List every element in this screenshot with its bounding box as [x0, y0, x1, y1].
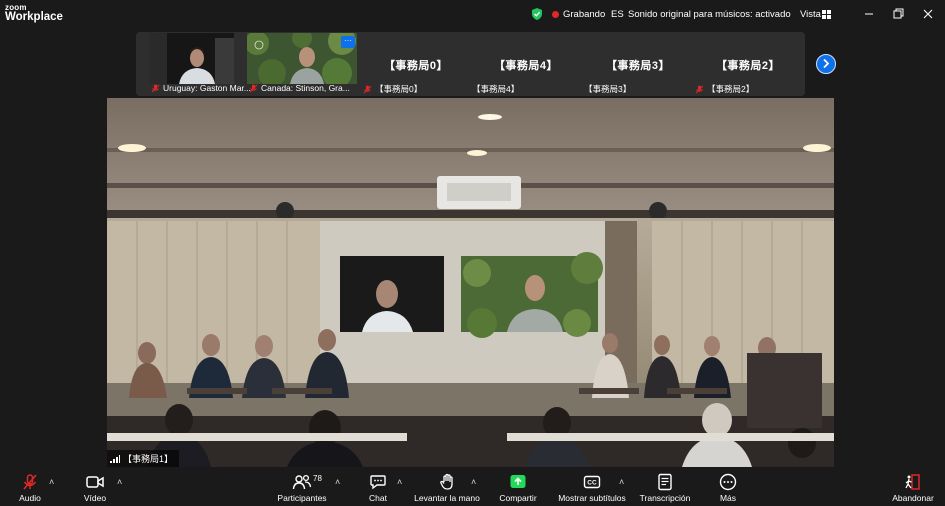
raise-hand-icon: [440, 473, 453, 490]
mic-muted-icon: [151, 84, 160, 92]
chat-options-chevron-icon[interactable]: ˄: [397, 477, 402, 487]
video-options-chevron-icon[interactable]: ˄: [117, 477, 122, 487]
participants-count: 78: [313, 474, 322, 483]
raise-hand-button[interactable]: Levantar la mano: [412, 468, 482, 506]
participant-display-name: 【事務局0】: [383, 60, 449, 72]
participant-label: Uruguay: Gaston Mar...: [151, 83, 251, 93]
transcript-label: Transcripción: [639, 493, 691, 503]
captions-button[interactable]: CC Mostrar subtítulos: [556, 468, 628, 506]
video-label: Vídeo: [83, 493, 107, 503]
audio-label: Audio: [19, 493, 41, 503]
participant-display-name: 【事務局2】: [715, 60, 781, 72]
participant-label: 【事務局4】: [472, 83, 519, 95]
chat-label: Chat: [369, 493, 387, 503]
title-bar: zoom Workplace Grabando ES Sonido origin…: [0, 0, 945, 28]
meeting-toolbar: Audio ˄ Vídeo ˄ Participantes 78 ˄ Chat …: [0, 468, 945, 506]
mic-muted-icon: [695, 85, 704, 93]
logo-line2: Workplace: [5, 11, 63, 23]
restore-icon[interactable]: [889, 6, 907, 22]
participant-tile[interactable]: 【事務局3】 【事務局3】: [583, 33, 693, 95]
share-label: Compartir: [499, 493, 537, 503]
view-grid-icon[interactable]: [822, 10, 831, 19]
conference-room-scene: [107, 98, 834, 467]
view-button[interactable]: Vista: [800, 9, 821, 20]
share-button[interactable]: Compartir: [497, 468, 539, 506]
transcript-icon: [658, 473, 672, 491]
participants-label: Participantes: [277, 493, 327, 503]
participant-name: 【事務局2】: [707, 84, 755, 94]
recording-status[interactable]: Grabando: [563, 9, 605, 20]
participant-gallery-strip: Uruguay: Gaston Mar... ··· Canada: Stins…: [136, 32, 805, 96]
participant-tile[interactable]: 【事務局2】 【事務局2】: [693, 33, 803, 95]
participant-name: 【事務局0】: [375, 84, 423, 94]
participant-tile[interactable]: Uruguay: Gaston Mar...: [149, 33, 251, 95]
participant-display-name: 【事務局4】: [493, 60, 559, 72]
audio-button[interactable]: Audio: [10, 468, 50, 506]
leave-label: Abandonar: [892, 493, 934, 503]
signal-strength-icon: [110, 454, 120, 463]
participants-icon: [292, 474, 312, 490]
more-button[interactable]: Más: [714, 468, 742, 506]
minimize-icon[interactable]: [860, 6, 878, 22]
language-indicator[interactable]: ES: [611, 9, 624, 20]
mic-muted-icon: [249, 84, 258, 92]
captions-options-chevron-icon[interactable]: ˄: [619, 477, 624, 487]
participant-label: 【事務局0】: [363, 83, 422, 95]
participant-name: Canada: Stinson, Gra...: [261, 83, 350, 93]
raise-hand-label: Levantar la mano: [414, 493, 480, 503]
active-speaker-video[interactable]: 【事務局1】: [107, 98, 834, 467]
reactions-options-chevron-icon[interactable]: ˄: [471, 477, 476, 487]
close-icon[interactable]: [919, 6, 937, 22]
gallery-next-button[interactable]: [816, 54, 836, 74]
audio-options-chevron-icon[interactable]: ˄: [49, 477, 54, 487]
speaker-name: 【事務局1】: [123, 454, 174, 464]
participant-video: [149, 33, 234, 84]
participant-name: 【事務局4】: [472, 84, 520, 94]
captions-label: Mostrar subtítulos: [558, 493, 626, 503]
shield-check-icon[interactable]: [530, 7, 544, 21]
video-camera-icon: [86, 476, 104, 488]
participant-tile[interactable]: 【事務局0】 【事務局0】: [361, 33, 471, 95]
participant-label: 【事務局2】: [695, 83, 754, 95]
participant-label: 【事務局3】: [584, 83, 631, 95]
active-speaker-label: 【事務局1】: [107, 450, 180, 467]
closed-captions-icon: CC: [583, 475, 601, 489]
mic-muted-icon: [23, 474, 37, 490]
more-dots-icon: [719, 473, 737, 491]
recording-dot-icon: [552, 11, 559, 18]
leave-button[interactable]: Abandonar: [889, 468, 937, 506]
participant-display-name: 【事務局3】: [605, 60, 671, 72]
chat-bubble-icon: [370, 475, 386, 490]
video-button[interactable]: Vídeo: [76, 468, 114, 506]
participant-name: Uruguay: Gaston Mar...: [163, 83, 251, 93]
participant-label: Canada: Stinson, Gra...: [249, 83, 350, 93]
leave-door-icon: [905, 474, 920, 490]
more-label: Más: [719, 493, 737, 503]
participants-options-chevron-icon[interactable]: ˄: [335, 477, 340, 487]
mic-muted-icon: [363, 85, 372, 93]
chat-button[interactable]: Chat: [362, 468, 394, 506]
participant-tile[interactable]: ··· Canada: Stinson, Gra...: [247, 33, 357, 95]
svg-text:CC: CC: [587, 480, 597, 487]
share-screen-icon: [510, 475, 526, 488]
participant-name: 【事務局3】: [584, 84, 632, 94]
transcript-button[interactable]: Transcripción: [638, 468, 692, 506]
app-logo: zoom Workplace: [5, 4, 63, 24]
audio-mode-status[interactable]: Sonido original para músicos: activado: [628, 9, 791, 20]
more-options-icon[interactable]: ···: [341, 36, 355, 48]
participant-tile[interactable]: 【事務局4】 【事務局4】: [471, 33, 581, 95]
chevron-right-icon: [823, 58, 830, 69]
